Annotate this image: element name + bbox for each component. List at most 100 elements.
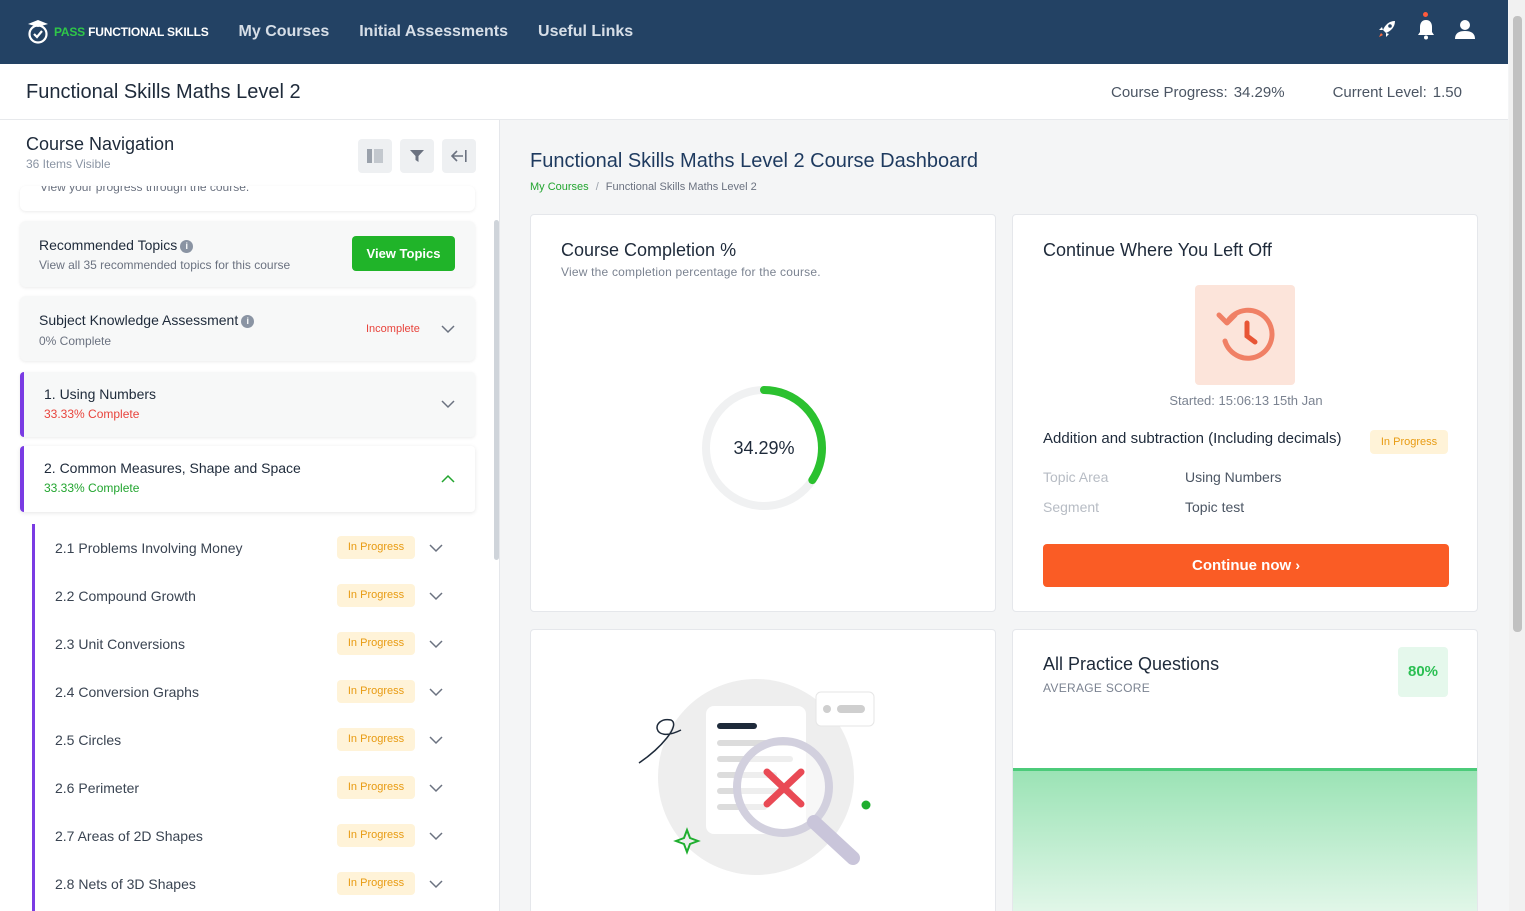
history-icon-tile	[1195, 285, 1295, 385]
chevron-down-icon[interactable]	[441, 322, 455, 336]
logo-brand-text: FUNCTIONAL SKILLS	[88, 25, 209, 39]
topic-title: 1. Using Numbers	[44, 386, 157, 402]
breadcrumb-current: Functional Skills Maths Level 2	[605, 181, 757, 193]
segment-label: Segment	[1043, 499, 1100, 515]
status-badge-in-progress: In Progress	[337, 872, 415, 895]
user-icon[interactable]	[1454, 18, 1476, 40]
chevron-down-icon[interactable]	[429, 877, 443, 891]
chevron-up-icon[interactable]	[441, 472, 455, 486]
info-icon[interactable]: i	[241, 315, 255, 328]
no-results-illustration-card	[530, 629, 996, 911]
logo-text: PASS FUNCTIONAL SKILLS	[54, 25, 209, 39]
started-timestamp: Started: 15:06:13 15th Jan	[1169, 393, 1323, 408]
course-progress-label: Course Progress:	[1110, 84, 1228, 101]
knowledge-assessment-card[interactable]: Subject Knowledge Assessment i 0% Complet…	[20, 296, 475, 361]
subtopic-row[interactable]: 2.3 Unit Conversions In Progress	[35, 620, 465, 668]
overview-card-text: View your progress through the course.	[40, 186, 250, 194]
collapse-sidebar-button[interactable]	[442, 139, 476, 173]
subtopic-label: 2.2 Compound Growth	[55, 588, 196, 604]
status-badge-incomplete: Incomplete	[366, 323, 420, 335]
continue-title: Continue Where You Left Off	[1043, 240, 1272, 260]
logo-pass-text: PASS	[54, 25, 85, 39]
topic-area-value: Using Numbers	[1185, 469, 1282, 485]
knowledge-assessment-title: Subject Knowledge Assessment	[39, 312, 239, 328]
sidebar-tools	[358, 139, 476, 173]
practice-questions-card: All Practice Questions AVERAGE SCORE 80%	[1012, 629, 1478, 911]
segment-value: Topic test	[1185, 499, 1245, 515]
nav-initial-assessments[interactable]: Initial Assessments	[359, 23, 508, 41]
page-scrollbar[interactable]	[1509, 0, 1525, 911]
notification-dot	[1423, 12, 1428, 17]
status-badge-in-progress: In Progress	[337, 584, 415, 607]
knowledge-assessment-heading: Subject Knowledge Assessment i	[39, 312, 255, 328]
practice-questions-subtitle: AVERAGE SCORE	[1043, 681, 1151, 695]
subtopic-label: 2.5 Circles	[55, 732, 122, 748]
topic-progress: 33.33% Complete	[44, 407, 140, 421]
page-scrollbar-thumb[interactable]	[1513, 16, 1522, 632]
subtopic-row[interactable]: 2.7 Areas of 2D Shapes In Progress	[35, 812, 465, 860]
bell-icon[interactable]	[1416, 18, 1436, 40]
subtopic-label: 2.6 Perimeter	[55, 780, 140, 796]
chevron-down-icon[interactable]	[429, 733, 443, 747]
layout-panel-icon	[367, 149, 383, 163]
view-topics-button[interactable]: View Topics	[352, 236, 455, 271]
subtopic-label: 2.4 Conversion Graphs	[55, 684, 199, 700]
subtopic-label: 2.8 Nets of 3D Shapes	[55, 876, 196, 892]
topic-progress: 33.33% Complete	[44, 481, 140, 495]
breadcrumb-my-courses[interactable]: My Courses	[530, 181, 589, 193]
status-badge-in-progress: In Progress	[337, 728, 415, 751]
subtopic-label: 2.3 Unit Conversions	[55, 636, 185, 652]
sidebar-title: Course Navigation	[26, 134, 175, 154]
nav-icon-group	[1376, 12, 1476, 40]
subtopic-row[interactable]: 2.4 Conversion Graphs In Progress	[35, 668, 465, 716]
chevron-down-icon[interactable]	[429, 781, 443, 795]
subtopic-row[interactable]: 2.8 Nets of 3D Shapes In Progress	[35, 860, 465, 908]
subtopic-list: 2.1 Problems Involving Money In Progress…	[32, 524, 462, 911]
dashboard-title: Functional Skills Maths Level 2 Course D…	[530, 150, 978, 172]
recommended-topics-heading: Recommended Topics i	[39, 237, 194, 253]
toggle-layout-button[interactable]	[358, 139, 392, 173]
logo-shield-icon	[28, 20, 48, 44]
knowledge-assessment-progress: 0% Complete	[39, 334, 112, 348]
sidebar-scrollbar[interactable]	[494, 220, 499, 560]
practice-questions-title: All Practice Questions	[1043, 654, 1220, 674]
notifications-wrapper	[1416, 12, 1436, 40]
topic-area-label: Topic Area	[1043, 469, 1109, 485]
completion-percentage: 34.29%	[733, 438, 795, 458]
chevron-down-icon[interactable]	[441, 397, 455, 411]
site-logo[interactable]: PASS FUNCTIONAL SKILLS	[26, 18, 209, 46]
status-badge-in-progress: In Progress	[337, 536, 415, 559]
status-badge-in-progress: In Progress	[1370, 430, 1448, 454]
current-level: Current Level: 1.50	[1333, 84, 1462, 101]
topic-using-numbers[interactable]: 1. Using Numbers 33.33% Complete	[20, 372, 475, 437]
sidebar-item-count: 36 Items Visible	[26, 157, 111, 171]
course-completion-subtitle: View the completion percentage for the c…	[561, 265, 821, 279]
continue-now-label: Continue now	[1192, 557, 1292, 574]
chevron-down-icon[interactable]	[429, 829, 443, 843]
current-level-label: Current Level:	[1332, 84, 1427, 101]
recommended-topics-subtitle: View all 35 recommended topics for this …	[39, 258, 291, 272]
nav-useful-links[interactable]: Useful Links	[538, 23, 633, 41]
history-icon	[1216, 307, 1275, 361]
course-completion-card: Course Completion % View the completion …	[530, 214, 996, 612]
subtopic-row[interactable]: 2.2 Compound Growth In Progress	[35, 572, 465, 620]
filter-button[interactable]	[400, 139, 434, 173]
subtopic-row[interactable]: 2.5 Circles In Progress	[35, 716, 465, 764]
continue-now-button[interactable]: Continue now ›	[1043, 544, 1449, 587]
nav-my-courses[interactable]: My Courses	[239, 23, 330, 41]
topic-common-measures[interactable]: 2. Common Measures, Shape and Space 33.3…	[20, 446, 475, 512]
info-icon[interactable]: i	[180, 240, 194, 253]
chevron-down-icon[interactable]	[429, 589, 443, 603]
chevron-down-icon[interactable]	[429, 541, 443, 555]
subtopic-row[interactable]: 2.6 Perimeter In Progress	[35, 764, 465, 812]
course-navigation-sidebar: Course Navigation 36 Items Visible View …	[0, 120, 500, 911]
chevron-down-icon[interactable]	[429, 637, 443, 651]
lesson-title[interactable]: Addition and subtraction (Including deci…	[1043, 430, 1342, 447]
chevron-right-icon: ›	[1295, 557, 1300, 573]
course-meta: Course Progress: 34.29% Current Level: 1.5…	[1111, 84, 1462, 101]
breadcrumb: My Courses / Functional Skills Maths Level…	[530, 181, 757, 193]
document-search-illustration	[638, 679, 875, 875]
rocket-icon[interactable]	[1376, 18, 1398, 40]
subtopic-row[interactable]: 2.1 Problems Involving Money In Progress	[35, 524, 465, 572]
chevron-down-icon[interactable]	[429, 685, 443, 699]
